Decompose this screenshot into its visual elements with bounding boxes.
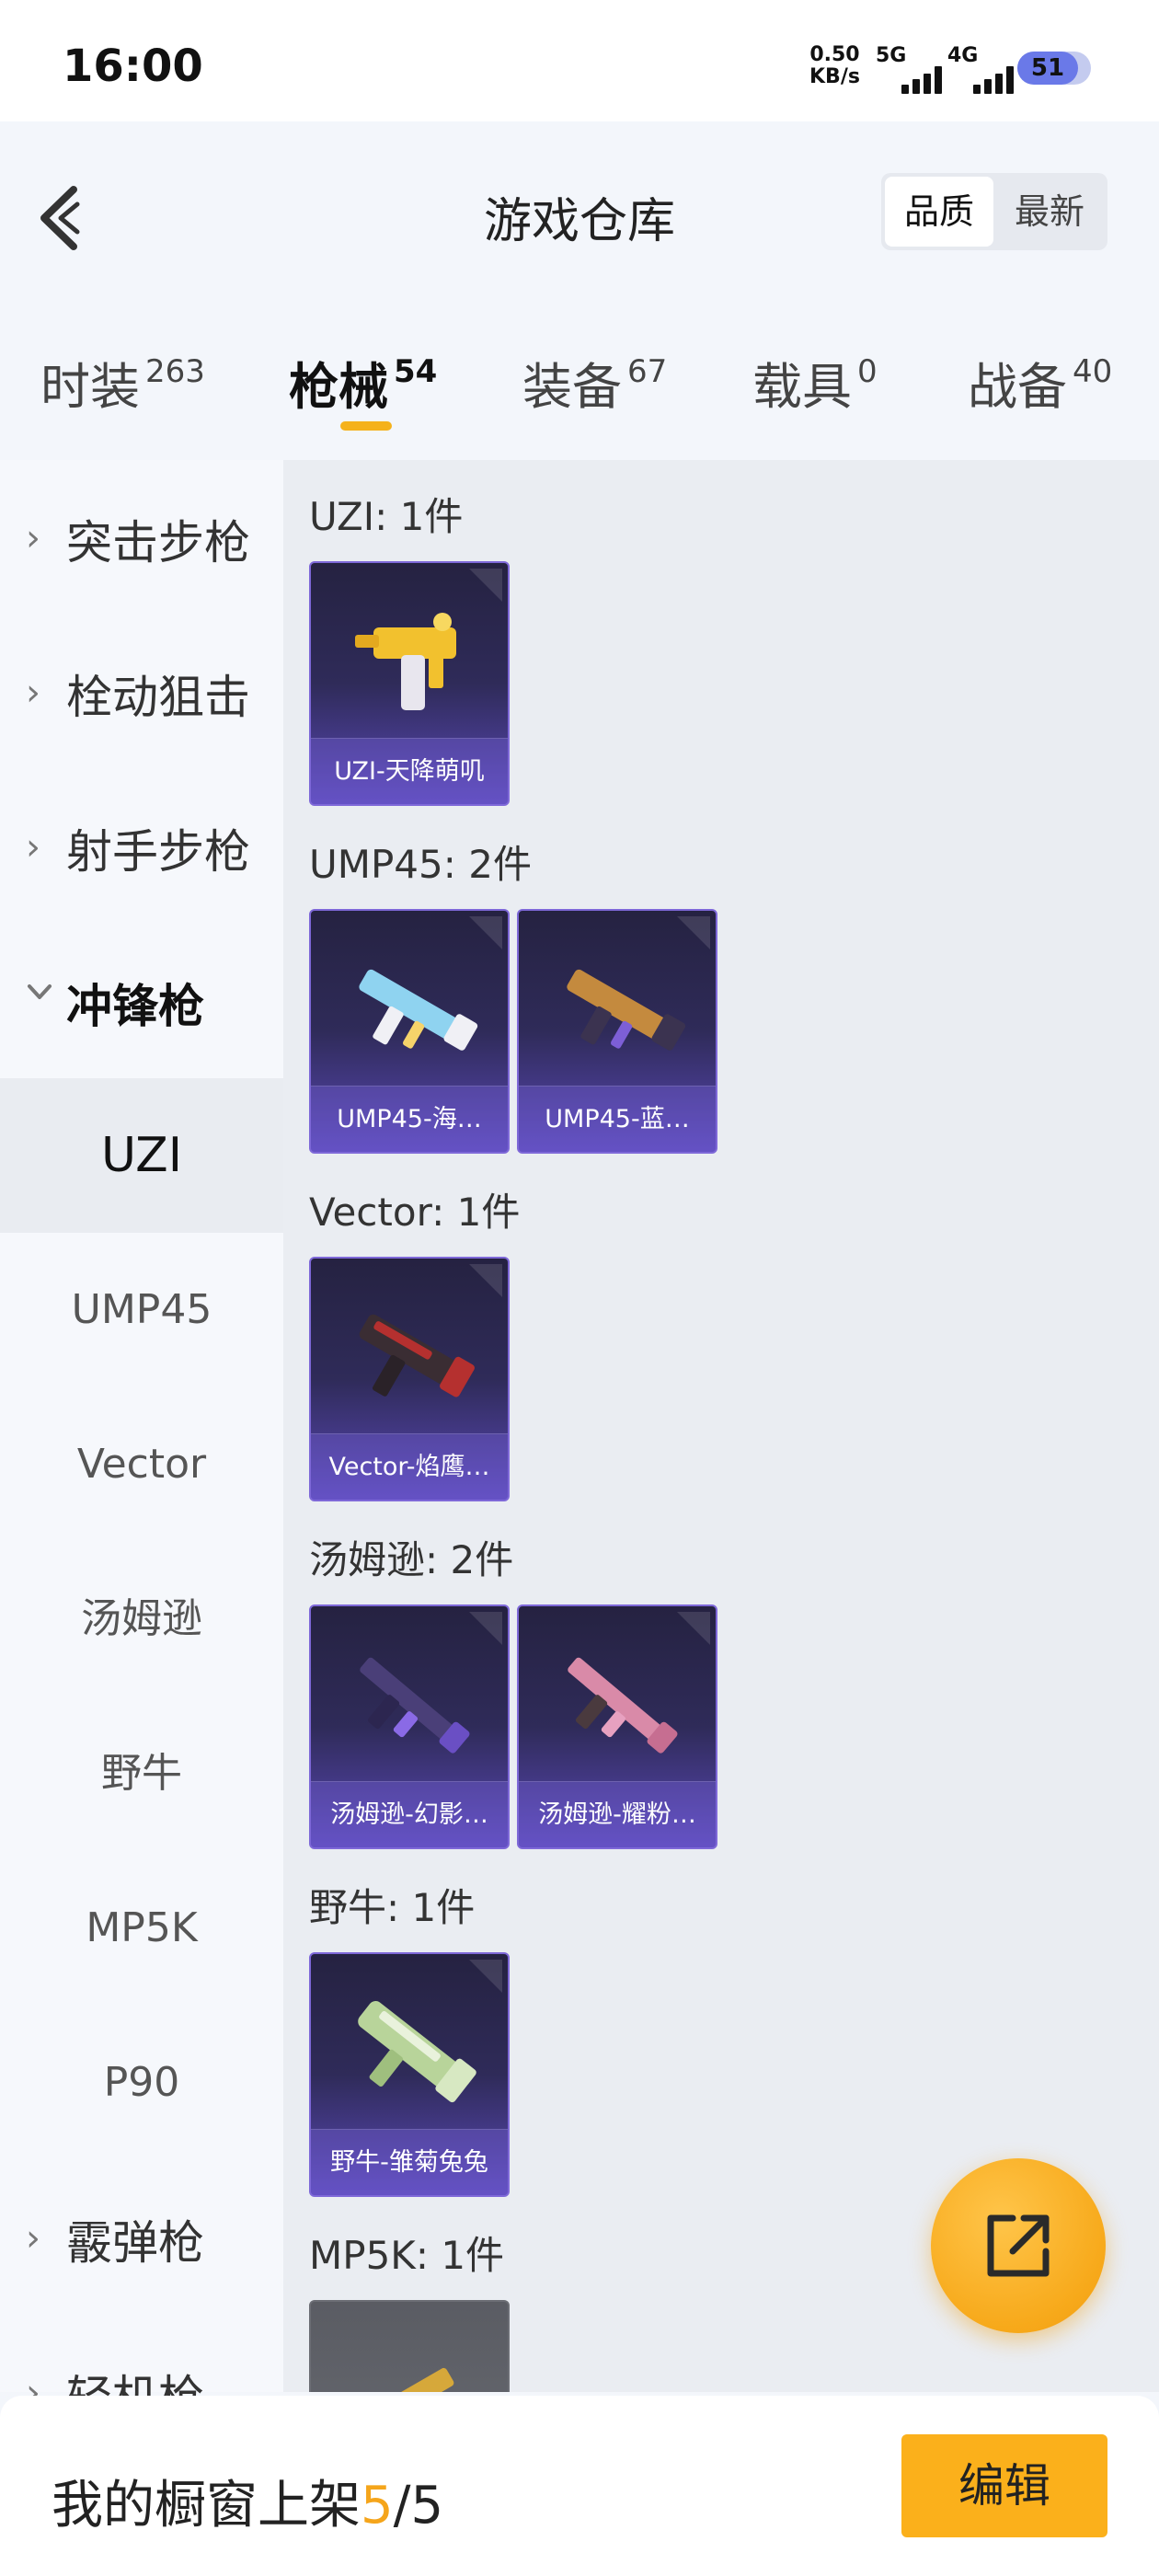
sort-quality-button[interactable]: 品质 [885,177,993,247]
tab-label: 装备 [522,358,622,416]
bottom-bar: 我的橱窗上架5/5 编辑 [0,2396,1159,2576]
sidebar-category-marksman-rifle[interactable]: › 射手步枪 [0,769,283,924]
sidebar-category-assault-rifle[interactable]: › 突击步枪 [0,460,283,615]
shelf-label: 我的橱窗上架 [52,2476,361,2536]
status-bar: 16:00 0.50 KB/s 5G 4G 51 [0,0,1159,121]
group-title: UMP45: 2件 [309,842,532,887]
network-speed-unit: KB/s [809,65,860,88]
vector-gun-icon [359,1314,475,1397]
item-card[interactable]: UMP45-海… [309,909,510,1154]
item-name: Vector-焰鹰… [311,1433,508,1500]
share-fab-button[interactable] [931,2158,1106,2333]
sidebar-item-uzi[interactable]: UZI [0,1078,283,1233]
item-name: UMP45-海… [311,1086,508,1152]
tab-label: 时装 [40,358,140,416]
tab-label: 枪械 [289,358,388,416]
item-grid: UZI: 1件 UZI-天降萌叽 UMP45: 2件 UMP45-海… UMP4… [283,460,1159,2392]
tab-count: 0 [857,353,878,390]
edit-button[interactable]: 编辑 [901,2434,1107,2537]
item-card[interactable]: UMP45-蓝… [517,909,717,1154]
sidebar-item-bizon[interactable]: 野牛 [0,1696,283,1851]
sidebar: › 突击步枪 › 栓动狙击 › 射手步枪 冲锋枪 UZI UMP45 Vecto… [0,460,283,2424]
signal-4g-label: 4G [947,44,979,67]
sidebar-item-mp5k[interactable]: MP5K [0,1851,283,2006]
item-name: 汤姆逊-耀粉… [519,1781,716,1847]
tab-fashion[interactable]: 时装 263 [40,346,205,419]
sidebar-category-bolt-sniper[interactable]: › 栓动狙击 [0,615,283,769]
sort-latest-button[interactable]: 最新 [995,177,1104,247]
sort-toggle: 品质 最新 [881,173,1107,250]
sidebar-category-label: 冲锋枪 [66,980,204,1033]
chevron-right-icon: › [26,2217,40,2260]
tab-label: 战备 [968,358,1067,416]
network-speed-value: 0.50 [809,43,860,66]
item-card[interactable]: 野牛-雏菊兔兔 [309,1952,510,2197]
item-name: UZI-天降萌叽 [311,738,508,804]
group-title: Vector: 1件 [309,1190,521,1235]
group-title: UZI: 1件 [309,494,464,539]
bizon-gun-icon [358,2001,476,2103]
sidebar-category-label: 射手步枪 [66,825,250,879]
tab-count: 54 [394,353,438,390]
chevron-down-icon [26,973,53,1010]
tab-count: 40 [1073,353,1113,390]
sidebar-item-vector[interactable]: Vector [0,1387,283,1542]
chevron-right-icon: › [26,517,40,559]
category-tabs: 时装 263 枪械 54 装备 67 载具 0 战备 40 [0,313,1159,460]
sidebar-category-label: 突击步枪 [66,516,250,569]
chevron-right-icon: › [26,826,40,868]
uzi-gun-icon [355,613,456,710]
item-card[interactable]: 汤姆逊-幻影… [309,1604,510,1849]
ump45-gun-icon [359,969,478,1051]
item-card[interactable]: Vector-焰鹰… [309,1257,510,1501]
item-name: 汤姆逊-幻影… [311,1781,508,1847]
group-title: 汤姆逊: 2件 [309,1537,514,1582]
item-card[interactable]: UZI-天降萌叽 [309,561,510,806]
sidebar-category-shotgun[interactable]: › 霰弹枪 [0,2160,283,2315]
ump45-gun-icon [567,969,686,1051]
sidebar-item-ump45[interactable]: UMP45 [0,1233,283,1387]
tab-supplies[interactable]: 战备 40 [968,346,1112,419]
signal-5g-label: 5G [876,44,907,67]
battery-level: 51 [1030,54,1065,82]
group-title: MP5K: 1件 [309,2233,505,2278]
shelf-current-count: 5 [361,2476,394,2536]
tab-vehicles[interactable]: 载具 0 [752,346,878,419]
thompson-gun-icon [568,1657,678,1754]
item-card[interactable]: 汤姆逊-耀粉… [517,1604,717,1849]
chevron-right-icon: › [26,672,40,714]
active-tab-indicator [340,421,392,431]
tab-equipment[interactable]: 装备 67 [522,346,667,419]
share-external-icon [987,2214,1050,2277]
tab-label: 载具 [752,358,852,416]
shelf-separator: / [393,2476,411,2536]
sidebar-category-smg[interactable]: 冲锋枪 [0,924,283,1078]
tab-count: 67 [627,353,668,390]
sidebar-category-label: 栓动狙击 [66,671,250,724]
tab-firearms[interactable]: 枪械 54 [289,346,437,419]
item-card[interactable] [309,2300,510,2392]
header: 游戏仓库 品质 最新 [0,121,1159,305]
sidebar-item-p90[interactable]: P90 [0,2006,283,2160]
item-name: UMP45-蓝… [519,1086,716,1152]
shelf-total-count: 5 [410,2476,444,2536]
battery-icon: 51 [1017,52,1091,85]
network-speed: 0.50 KB/s [809,44,860,88]
shelf-status: 我的橱窗上架5/5 [52,2464,443,2538]
tab-count: 263 [145,353,205,390]
item-name: 野牛-雏菊兔兔 [311,2129,508,2195]
status-time: 16:00 [63,40,203,92]
sidebar-item-thompson[interactable]: 汤姆逊 [0,1542,283,1696]
group-title: 野牛: 1件 [309,1885,476,1930]
mp5k-gun-icon [366,2367,454,2392]
sidebar-category-label: 霰弹枪 [66,2216,204,2270]
thompson-gun-icon [360,1657,470,1754]
